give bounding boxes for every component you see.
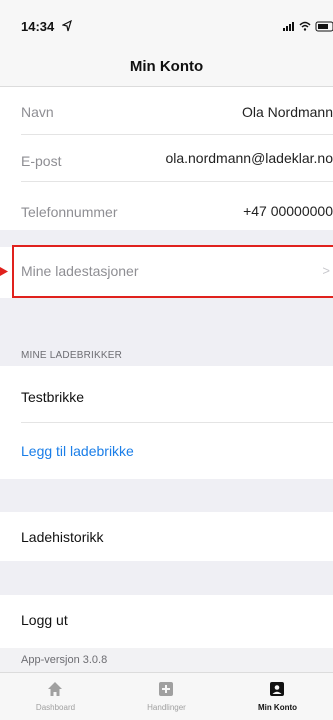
tab-actions[interactable]: Handlinger [111, 673, 222, 720]
my-stations-label: Mine ladestasjoner [21, 263, 139, 279]
name-row: Navn Ola Nordmann [0, 88, 333, 135]
email-row: E-post ola.nordmann@ladeklar.no [0, 135, 333, 182]
name-label: Navn [21, 104, 54, 120]
location-arrow-icon [62, 20, 72, 32]
email-label: E-post [21, 153, 62, 169]
navigation-bar: Min Konto [0, 42, 333, 87]
add-chip-link[interactable]: Legg til ladebrikke [21, 443, 134, 459]
phone-label: Telefonnummer [21, 204, 118, 220]
section-spacer [0, 479, 333, 512]
account-card-icon [270, 682, 284, 696]
section-spacer [0, 561, 333, 595]
phone-value: +47 00000000 [243, 203, 333, 219]
tab-dashboard[interactable]: Dashboard [0, 673, 111, 720]
chip-row[interactable]: Testbrikke [0, 367, 333, 423]
status-time: 14:34 [21, 19, 55, 34]
tab-bar: Dashboard Handlinger Min Konto [0, 672, 333, 720]
phone-row: Telefonnummer +47 00000000 [0, 182, 333, 230]
plus-square-icon [159, 682, 173, 696]
status-indicators-icon [283, 21, 333, 32]
annotation-arrow-icon [0, 267, 8, 276]
name-value: Ola Nordmann [241, 104, 333, 120]
status-bar: 14:34 [0, 0, 333, 42]
page-title: Min Konto [129, 58, 204, 75]
logout-row[interactable]: Logg ut [0, 595, 333, 648]
chips-section-header: MINE LADEBRIKKER [21, 350, 123, 361]
chip-label: Testbrikke [21, 389, 85, 405]
chevron-right-icon: > [322, 263, 330, 278]
app-version: App-versjon 3.0.8 [21, 654, 108, 666]
history-row[interactable]: Ladehistorikk [0, 512, 333, 561]
logout-label: Logg ut [21, 612, 68, 628]
tab-label: Dashboard [35, 703, 76, 712]
home-icon [48, 682, 62, 696]
history-label: Ladehistorikk [21, 529, 104, 545]
version-bar: App-versjon 3.0.8 [0, 648, 333, 672]
tab-my-account[interactable]: Min Konto [222, 673, 333, 720]
add-chip-row[interactable]: Legg til ladebrikke [0, 423, 333, 479]
my-stations-row[interactable]: Mine ladestasjoner > [12, 245, 333, 298]
email-value: ola.nordmann@ladeklar.no [165, 150, 333, 166]
tab-label: Handlinger [147, 703, 186, 712]
tab-label: Min Konto [257, 703, 298, 712]
